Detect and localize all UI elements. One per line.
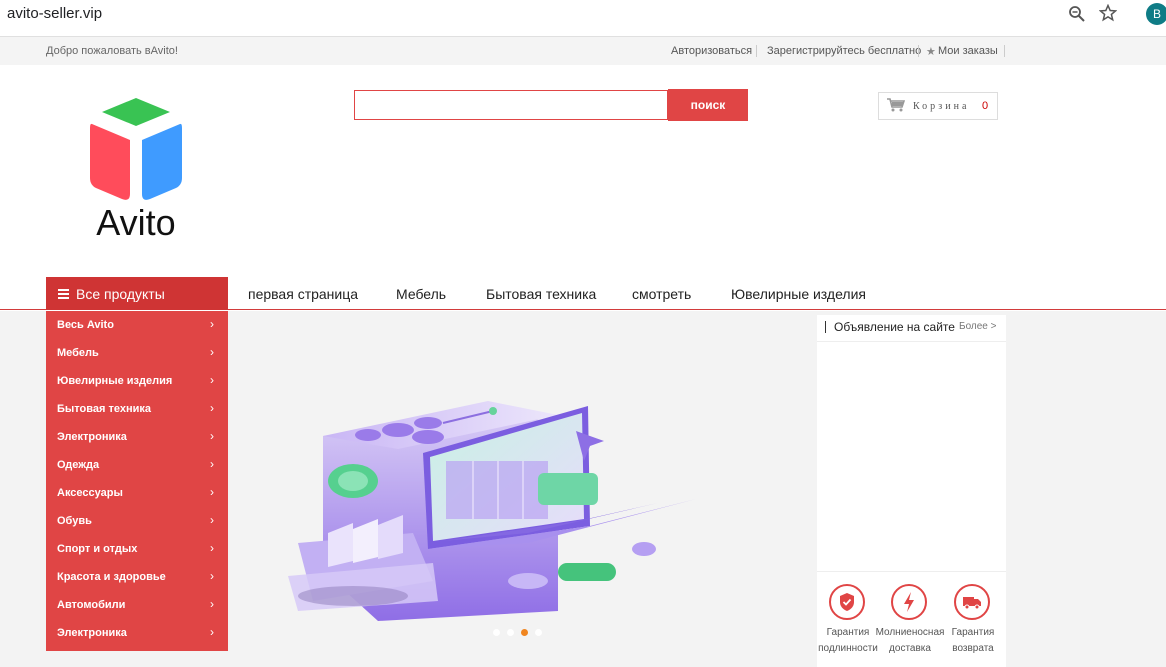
feature-line: подлинности: [818, 643, 878, 654]
category-item[interactable]: Спорт и отдых ›: [46, 535, 228, 563]
logo-text: Avito: [96, 202, 175, 243]
category-item[interactable]: Весь Avito ›: [46, 311, 228, 339]
avito-logo-icon: Avito: [90, 98, 182, 243]
login-link[interactable]: Авторизоваться: [671, 45, 752, 57]
carousel-dot[interactable]: [535, 629, 542, 636]
chevron-right-icon: ›: [210, 317, 214, 331]
carousel-dot-active[interactable]: [521, 629, 528, 636]
category-label: Одежда: [57, 459, 100, 471]
register-link[interactable]: Зарегистрируйтесь бесплатно: [767, 45, 921, 57]
category-label: Электроника: [57, 431, 127, 443]
my-orders-link[interactable]: Мои заказы: [938, 45, 998, 57]
all-products-label: Все продукты: [76, 286, 165, 302]
browser-bar: avito-seller.vip B: [0, 0, 1166, 30]
category-label: Ювелирные изделия: [57, 375, 173, 387]
chevron-right-icon: ›: [210, 401, 214, 415]
category-item[interactable]: Одежда ›: [46, 451, 228, 479]
category-item[interactable]: Красота и здоровье ›: [46, 563, 228, 591]
chevron-right-icon: ›: [210, 429, 214, 443]
nav-link-jewelry[interactable]: Ювелирные изделия: [731, 286, 866, 302]
chevron-right-icon: ›: [210, 457, 214, 471]
more-link[interactable]: Более >: [959, 321, 996, 332]
category-item[interactable]: Обувь ›: [46, 507, 228, 535]
zoom-icon[interactable]: [1068, 5, 1086, 23]
all-products-button[interactable]: Все продукты: [46, 277, 228, 310]
chevron-right-icon: ›: [210, 597, 214, 611]
feature-line: Гарантия: [826, 627, 870, 638]
star-icon: ★: [926, 46, 936, 58]
divider: [756, 45, 757, 57]
announcements-panel: Объявление на сайте Более > Гарантия под…: [817, 315, 1006, 667]
category-item[interactable]: Бытовая техника ›: [46, 395, 228, 423]
chevron-right-icon: ›: [210, 485, 214, 499]
cart-button[interactable]: Корзина 0: [878, 92, 998, 120]
feature-line: Гарантия: [951, 627, 995, 638]
top-info-bar: Добро пожаловать вAvito! Авторизоваться …: [0, 36, 1166, 65]
nav-link-home[interactable]: первая страница: [248, 286, 358, 302]
feature-delivery: Молниеносная доставка: [875, 625, 945, 657]
cart-count: 0: [982, 100, 989, 112]
category-item[interactable]: Электроника ›: [46, 423, 228, 451]
divider: [918, 45, 919, 57]
search-input[interactable]: [354, 90, 668, 120]
chevron-right-icon: ›: [210, 625, 214, 639]
cart-label: Корзина: [913, 101, 970, 112]
promo-banner[interactable]: [228, 311, 812, 651]
announcements-title: Объявление на сайте: [834, 320, 955, 334]
category-item[interactable]: Электроника ›: [46, 619, 228, 647]
title-marker: [825, 321, 826, 333]
truck-icon: [954, 584, 990, 620]
search-button[interactable]: поиск: [668, 89, 748, 121]
category-label: Мебель: [57, 347, 99, 359]
category-label: Обувь: [57, 515, 92, 527]
divider: [817, 571, 1006, 572]
feature-returns: Гарантия возврата: [938, 625, 1008, 657]
category-label: Спорт и отдых: [57, 543, 138, 555]
category-label: Аксессуары: [57, 487, 123, 499]
main-navigation: Все продукты первая страница Мебель Быто…: [0, 277, 1166, 310]
lightning-icon: [891, 584, 927, 620]
laptop-illustration: [288, 401, 696, 621]
menu-icon: [58, 289, 69, 299]
feature-line: доставка: [889, 643, 931, 654]
site-logo[interactable]: Avito: [46, 78, 224, 260]
category-label: Бытовая техника: [57, 403, 151, 415]
address-bar-url[interactable]: avito-seller.vip: [7, 5, 102, 22]
category-label: Электроника: [57, 627, 127, 639]
bookmark-star-icon[interactable]: [1099, 4, 1117, 22]
chevron-right-icon: ›: [210, 541, 214, 555]
cart-icon: [887, 98, 905, 112]
shield-check-icon: [829, 584, 865, 620]
chevron-right-icon: ›: [210, 513, 214, 527]
divider: [817, 341, 1006, 342]
category-label: Весь Avito: [57, 319, 114, 331]
category-item[interactable]: Ювелирные изделия ›: [46, 367, 228, 395]
nav-link-furniture[interactable]: Мебель: [396, 286, 446, 302]
welcome-text: Добро пожаловать вAvito!: [46, 45, 178, 57]
chevron-right-icon: ›: [210, 569, 214, 583]
feature-line: Молниеносная: [875, 627, 945, 638]
category-label: Красота и здоровье: [57, 571, 166, 583]
carousel-dot[interactable]: [493, 629, 500, 636]
carousel-dot[interactable]: [507, 629, 514, 636]
category-item[interactable]: Автомобили ›: [46, 591, 228, 619]
nav-link-watch[interactable]: смотреть: [632, 286, 691, 302]
category-sidebar: Весь Avito › Мебель › Ювелирные изделия › Б…: [46, 311, 228, 651]
nav-link-appliances[interactable]: Бытовая техника: [486, 286, 596, 302]
category-label: Автомобили: [57, 599, 126, 611]
category-item[interactable]: Мебель ›: [46, 339, 228, 367]
feature-authenticity: Гарантия подлинности: [813, 625, 883, 657]
chevron-right-icon: ›: [210, 345, 214, 359]
divider: [1004, 45, 1005, 57]
profile-avatar[interactable]: B: [1146, 3, 1166, 25]
category-item[interactable]: Аксессуары ›: [46, 479, 228, 507]
chevron-right-icon: ›: [210, 373, 214, 387]
feature-line: возврата: [952, 643, 994, 654]
